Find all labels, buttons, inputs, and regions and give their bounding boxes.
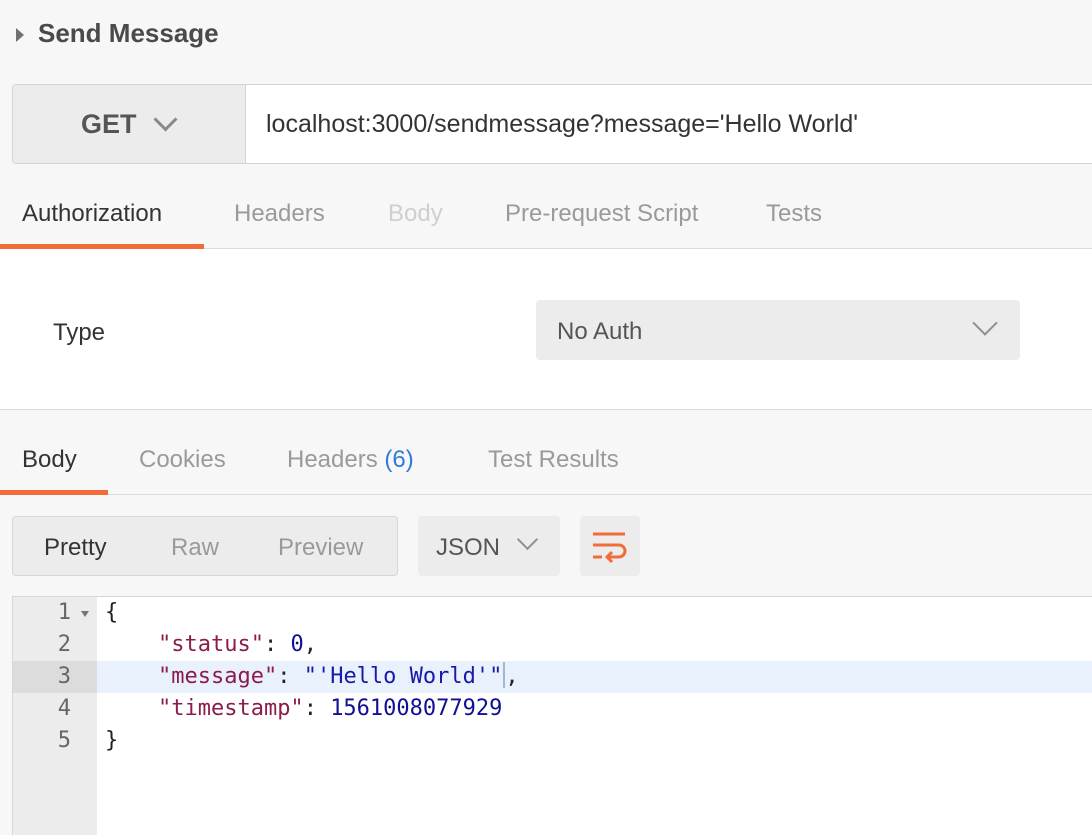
open-brace: { <box>105 600 119 625</box>
json-key: "status" <box>157 632 264 657</box>
json-key: "message" <box>157 664 278 689</box>
code-line: 4 "timestamp": 1561008077929 <box>13 693 1092 725</box>
caret-right-icon[interactable] <box>16 28 24 42</box>
tab-response-headers[interactable]: Headers (6) <box>287 446 414 474</box>
view-pretty-button[interactable]: Pretty <box>44 534 107 562</box>
authorization-panel: Type No Auth <box>0 249 1092 410</box>
tab-test-results[interactable]: Test Results <box>488 446 619 474</box>
json-field-status: "status": 0, <box>157 632 317 657</box>
tab-tests[interactable]: Tests <box>766 200 822 228</box>
json-value: "'Hello World'" <box>303 664 503 689</box>
active-response-tab-indicator <box>0 490 108 495</box>
request-tabs: Authorization Headers Body Pre-request S… <box>0 186 1092 249</box>
code-line-highlighted: 3 "message": "'Hello World'", <box>13 661 1092 693</box>
code-line: 2 "status": 0, <box>13 629 1092 661</box>
response-headers-label: Headers <box>287 446 378 473</box>
line-number: 2 <box>57 632 71 657</box>
tab-body[interactable]: Body <box>388 200 443 228</box>
wrap-lines-icon <box>593 532 627 564</box>
close-brace: } <box>105 728 119 753</box>
line-number: 4 <box>57 696 71 721</box>
method-label: GET <box>81 109 137 139</box>
tab-pre-request-script[interactable]: Pre-request Script <box>505 200 698 228</box>
json-field-message: "message": "'Hello World'", <box>157 662 519 689</box>
auth-type-value: No Auth <box>557 318 643 345</box>
json-value: 0 <box>290 632 304 657</box>
tab-authorization[interactable]: Authorization <box>22 200 162 228</box>
json-field-timestamp: "timestamp": 1561008077929 <box>157 696 503 721</box>
tab-headers[interactable]: Headers <box>234 200 325 228</box>
tab-response-body[interactable]: Body <box>22 446 77 474</box>
format-value: JSON <box>436 534 501 561</box>
line-number: 3 <box>57 664 71 689</box>
method-select[interactable]: GET <box>13 85 246 163</box>
request-name[interactable]: Send Message <box>38 18 219 49</box>
response-tabs: Body Cookies Headers (6) Test Results <box>0 410 1092 495</box>
chevron-down-icon <box>516 528 539 551</box>
code-line: 5 } <box>13 725 1092 757</box>
headers-count-badge: (6) <box>384 446 414 473</box>
code-line: 1 { <box>13 597 1092 629</box>
url-bar: GET <box>12 84 1092 164</box>
url-input[interactable] <box>266 85 1086 163</box>
chevron-down-icon <box>972 310 998 336</box>
tab-cookies[interactable]: Cookies <box>139 446 226 474</box>
line-number: 1 <box>57 600 71 625</box>
wrap-lines-button[interactable] <box>580 516 640 576</box>
auth-type-label: Type <box>53 319 106 346</box>
auth-type-select[interactable]: No Auth <box>536 300 1020 360</box>
request-title-row: Send Message <box>0 0 1092 70</box>
json-value: 1561008077929 <box>330 696 503 721</box>
json-key: "timestamp" <box>157 696 304 721</box>
view-raw-button[interactable]: Raw <box>171 534 219 562</box>
view-preview-button[interactable]: Preview <box>278 534 363 562</box>
fold-arrow-icon[interactable] <box>81 611 89 617</box>
view-mode-group: Pretty Raw Preview <box>12 516 398 576</box>
chevron-down-icon <box>153 107 178 132</box>
response-body-editor[interactable]: 1 { 2 "status": 0, 3 "message": "'Hello … <box>12 596 1092 835</box>
format-select[interactable]: JSON <box>418 516 560 576</box>
line-number: 5 <box>57 728 71 753</box>
